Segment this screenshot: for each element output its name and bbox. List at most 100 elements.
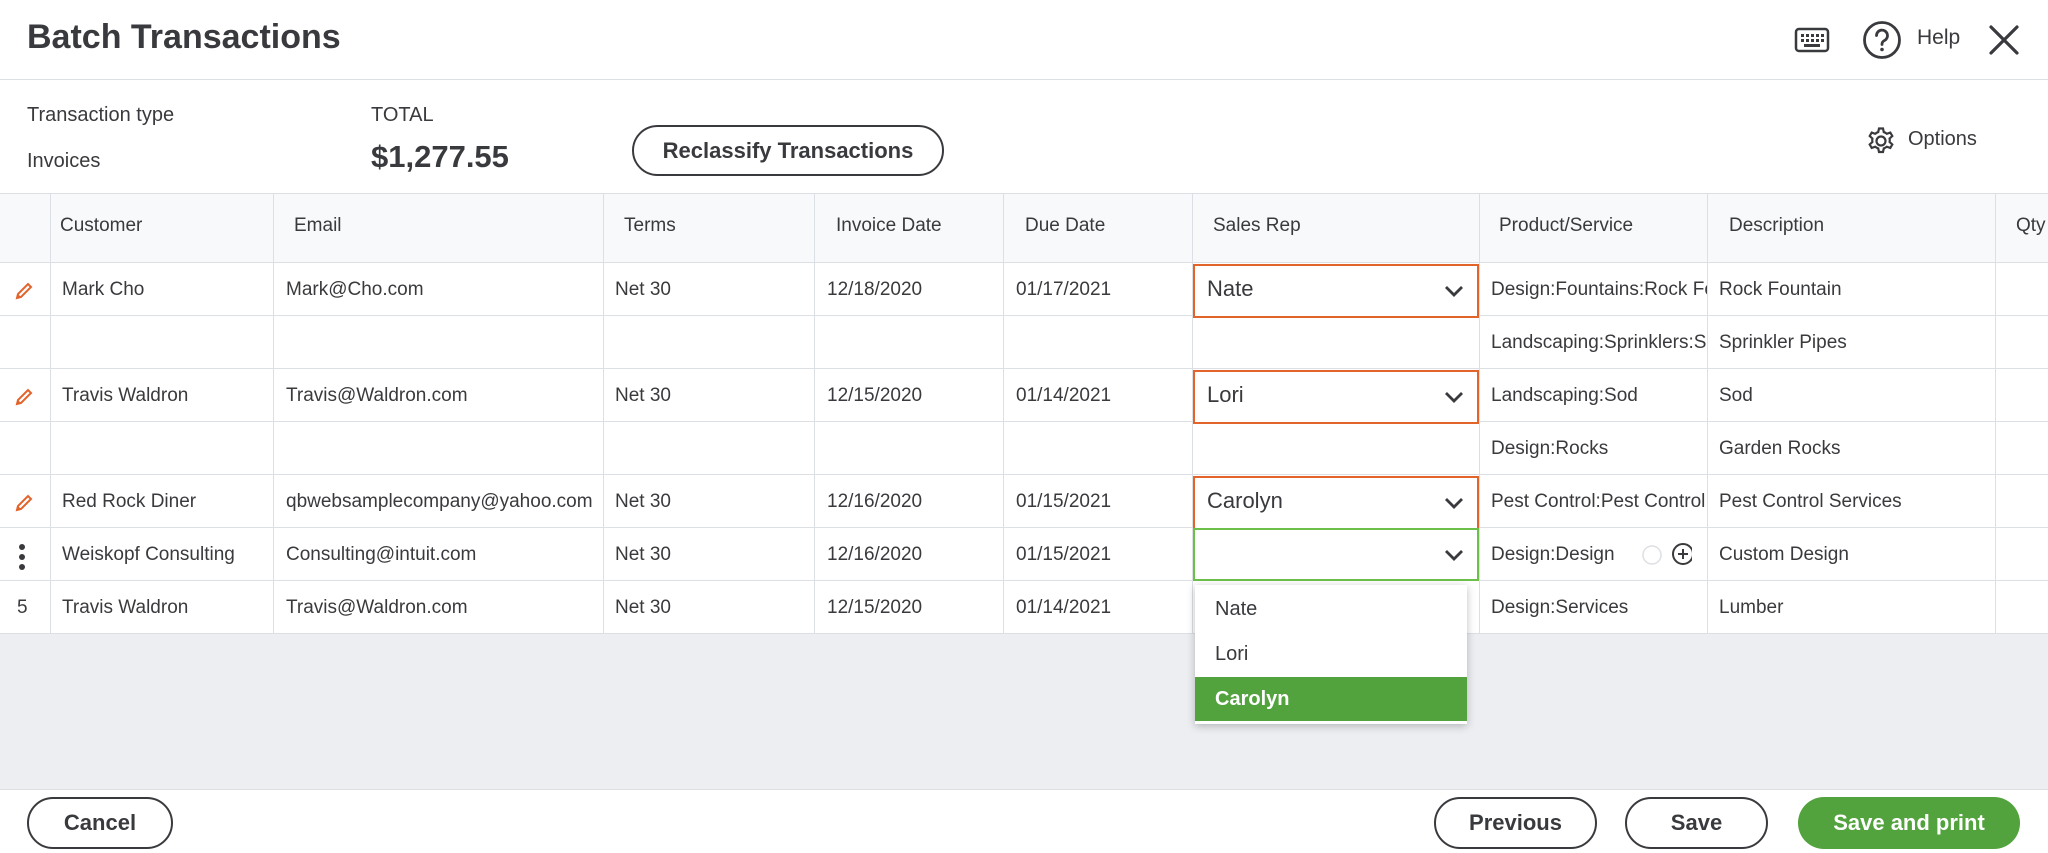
cell-customer[interactable]: Mark Cho (62, 279, 267, 301)
pencil-icon[interactable] (14, 281, 34, 306)
cell-due-date[interactable]: 01/15/2021 (1016, 491, 1186, 513)
cell-product-service[interactable]: Landscaping:Sprinklers:Sprinkler Pipes (1491, 332, 1707, 354)
sales-rep-select[interactable]: Lori (1193, 370, 1479, 424)
header-divider (0, 79, 2048, 80)
options-button[interactable]: Options (1908, 128, 1977, 151)
cell-product-service[interactable]: Design:Design (1491, 544, 1641, 566)
cell-description[interactable]: Pest Control Services (1719, 491, 1989, 513)
chevron-down-icon (1445, 392, 1463, 403)
gear-icon[interactable] (1866, 126, 1896, 156)
dropdown-option-highlighted[interactable]: Carolyn (1195, 677, 1467, 721)
cell-product-service[interactable]: Design:Fountains:Rock Fountain (1491, 279, 1707, 301)
dropdown-option[interactable]: Lori (1195, 632, 1467, 676)
cancel-button[interactable]: Cancel (27, 797, 173, 849)
total-amount: $1,277.55 (371, 139, 509, 174)
help-link[interactable]: Help (1917, 26, 1960, 50)
cell-customer[interactable]: Travis Waldron (62, 385, 267, 407)
cell-email[interactable]: Mark@Cho.com (286, 279, 596, 301)
cell-due-date[interactable]: 01/14/2021 (1016, 597, 1186, 619)
cell-invoice-date[interactable]: 12/15/2020 (827, 385, 997, 407)
sales-rep-value: Carolyn (1207, 488, 1283, 513)
pencil-icon[interactable] (14, 493, 34, 518)
table-header-border (0, 262, 2048, 263)
keyboard-icon[interactable] (1794, 22, 1830, 58)
cell-email[interactable]: qbwebsamplecompany@yahoo.com (286, 491, 596, 513)
cell-email[interactable]: Consulting@intuit.com (286, 544, 596, 566)
cell-customer[interactable]: Weiskopf Consulting (62, 544, 267, 566)
cell-due-date[interactable]: 01/14/2021 (1016, 385, 1186, 407)
column-divider (1003, 193, 1004, 634)
cell-product-service[interactable]: Landscaping:Sod (1491, 385, 1707, 407)
transaction-type-value: Invoices (27, 150, 101, 172)
dropdown-option[interactable]: Nate (1195, 587, 1467, 631)
cell-due-date[interactable]: 01/17/2021 (1016, 279, 1186, 301)
cell-terms[interactable]: Net 30 (615, 279, 805, 301)
cell-product-service[interactable]: Design:Services (1491, 597, 1707, 619)
kebab-menu-icon[interactable] (18, 543, 26, 576)
sales-rep-value: Nate (1207, 276, 1254, 301)
cell-terms[interactable]: Net 30 (615, 491, 805, 513)
close-icon[interactable] (1988, 24, 2020, 56)
cell-email[interactable]: Travis@Waldron.com (286, 385, 596, 407)
row-divider (0, 527, 2048, 528)
cell-invoice-date[interactable]: 12/15/2020 (827, 597, 997, 619)
column-divider (273, 193, 274, 634)
cell-customer[interactable]: Travis Waldron (62, 597, 267, 619)
save-and-print-button[interactable]: Save and print (1798, 797, 2020, 849)
cell-description[interactable]: Garden Rocks (1719, 438, 1989, 460)
column-divider (1707, 193, 1708, 634)
footer-divider (0, 789, 2048, 790)
cell-customer[interactable]: Red Rock Diner (62, 491, 267, 513)
chevron-down-icon (1445, 498, 1463, 509)
cell-due-date[interactable]: 01/15/2021 (1016, 544, 1186, 566)
column-header-email[interactable]: Email (294, 215, 342, 237)
column-divider (1479, 193, 1480, 634)
cell-terms[interactable]: Net 30 (615, 597, 805, 619)
cell-invoice-date[interactable]: 12/16/2020 (827, 544, 997, 566)
total-label: TOTAL (371, 104, 434, 126)
cell-invoice-date[interactable]: 12/18/2020 (827, 279, 997, 301)
save-button[interactable]: Save (1625, 797, 1768, 849)
column-divider (814, 193, 815, 634)
page-title: Batch Transactions (27, 18, 341, 56)
row-number: 5 (17, 597, 28, 618)
column-divider (1995, 193, 1996, 634)
cell-invoice-date[interactable]: 12/16/2020 (827, 491, 997, 513)
column-header-due-date[interactable]: Due Date (1025, 215, 1105, 237)
column-header-invoice-date[interactable]: Invoice Date (836, 215, 942, 237)
previous-button[interactable]: Previous (1434, 797, 1597, 849)
cell-description[interactable]: Custom Design (1719, 544, 1989, 566)
sales-rep-dropdown: Nate Lori Carolyn (1195, 585, 1467, 724)
column-header-sales-rep[interactable]: Sales Rep (1213, 215, 1301, 237)
empty-table-area (0, 634, 2048, 790)
cell-description[interactable]: Sod (1719, 385, 1989, 407)
transaction-type-label: Transaction type (27, 104, 175, 126)
cell-terms[interactable]: Net 30 (615, 385, 805, 407)
row-divider (0, 474, 2048, 475)
cell-description[interactable]: Rock Fountain (1719, 279, 1989, 301)
column-header-terms[interactable]: Terms (624, 215, 676, 237)
cell-description[interactable]: Lumber (1719, 597, 1989, 619)
sales-rep-select[interactable]: Nate (1193, 264, 1479, 318)
sales-rep-select-active[interactable] (1193, 528, 1479, 581)
row-divider (0, 421, 2048, 422)
help-icon[interactable] (1862, 20, 1902, 60)
column-header-description[interactable]: Description (1729, 215, 1824, 237)
cell-product-service[interactable]: Pest Control:Pest Control (1491, 491, 1707, 513)
cell-product-service[interactable]: Design:Rocks (1491, 438, 1707, 460)
column-header-qty[interactable]: Qty (2016, 215, 2046, 237)
chevron-down-icon (1445, 550, 1463, 561)
column-header-product-service[interactable]: Product/Service (1499, 215, 1633, 237)
row-divider (0, 315, 2048, 316)
sales-rep-value: Lori (1207, 382, 1244, 407)
column-header-customer[interactable]: Customer (60, 215, 142, 237)
pencil-icon[interactable] (14, 387, 34, 412)
row-divider (0, 580, 2048, 581)
reclassify-transactions-button[interactable]: Reclassify Transactions (632, 125, 944, 176)
cell-description[interactable]: Sprinkler Pipes (1719, 332, 1989, 354)
sales-rep-select[interactable]: Carolyn (1193, 476, 1479, 530)
cell-terms[interactable]: Net 30 (615, 544, 805, 566)
column-divider (603, 193, 604, 634)
add-circle-icon[interactable] (1642, 543, 1694, 572)
cell-email[interactable]: Travis@Waldron.com (286, 597, 596, 619)
